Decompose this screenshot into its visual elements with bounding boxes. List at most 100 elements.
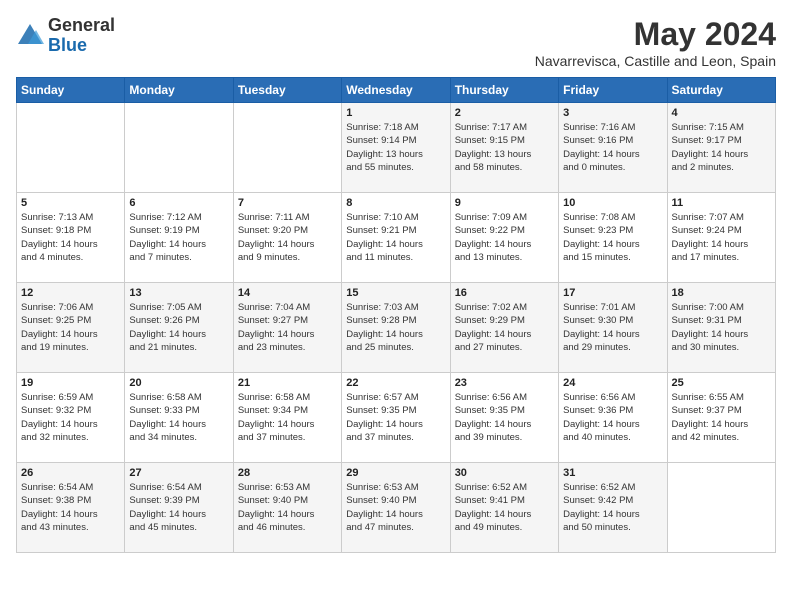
day-info: Sunrise: 6:53 AM Sunset: 9:40 PM Daylight:… [238, 481, 337, 534]
day-info: Sunrise: 6:57 AM Sunset: 9:35 PM Daylight:… [346, 391, 445, 444]
day-info: Sunrise: 7:10 AMSunset: 9:21 PMDaylight:… [346, 211, 445, 264]
calendar-day-29: 29Sunrise: 6:53 AMSunset: 9:40 PMDayligh… [342, 463, 450, 553]
day-info-line: Sunset: 9:17 PM [672, 135, 742, 146]
day-info-line: Sunset: 9:16 PM [563, 135, 633, 146]
day-info-line: and 46 minutes. [238, 522, 306, 533]
day-number: 12 [21, 287, 120, 299]
day-info-line: and 23 minutes. [238, 342, 306, 353]
page-header: General Blue May 2024 Navarrevisca, Cast… [16, 16, 776, 69]
day-number: 16 [455, 287, 554, 299]
day-info-line: Daylight: 14 hours [129, 239, 206, 250]
day-number: 6 [129, 197, 228, 209]
calendar-day-5: 5Sunrise: 7:13 AMSunset: 9:18 PMDaylight… [17, 193, 125, 283]
day-info: Sunrise: 7:03 AMSunset: 9:28 PMDaylight:… [346, 301, 445, 354]
day-info-line: Sunrise: 6:58 AM [238, 392, 310, 403]
day-info-line: and 15 minutes. [563, 252, 631, 263]
day-info-line: Sunrise: 6:55 AM [672, 392, 744, 403]
day-info-line: Daylight: 14 hours [346, 419, 423, 430]
day-info: Sunrise: 7:13 AMSunset: 9:18 PMDaylight:… [21, 211, 120, 264]
day-info-line: Daylight: 14 hours [238, 239, 315, 250]
calendar-day-12: 12Sunrise: 7:06 AMSunset: 9:25 PMDayligh… [17, 283, 125, 373]
day-info-line: Daylight: 14 hours [129, 419, 206, 430]
weekday-header-thursday: Thursday [450, 78, 558, 103]
day-info: Sunrise: 6:56 AMSunset: 9:36 PMDaylight:… [563, 391, 662, 444]
day-info-line: and 47 minutes. [346, 522, 414, 533]
day-info-line: Sunrise: 7:17 AM [455, 122, 527, 133]
day-number: 27 [129, 467, 228, 479]
day-info-line: Sunrise: 7:18 AM [346, 122, 418, 133]
day-info-line: Daylight: 14 hours [563, 509, 640, 520]
day-info-line: Sunrise: 6:53 AM [238, 482, 310, 493]
day-info-line: Daylight: 14 hours [238, 509, 315, 520]
calendar-day-30: 30 Sunrise: 6:52 AMSunset: 9:41 PMDayligh… [450, 463, 558, 553]
day-info-line: Sunset: 9:42 PM [563, 495, 633, 506]
day-info-line: Daylight: 14 hours [21, 419, 98, 430]
month-title: May 2024 [535, 16, 776, 53]
day-info-line: Sunset: 9:35 PM [346, 405, 416, 416]
calendar-day-empty [667, 463, 775, 553]
day-info-line: and 2 minutes. [672, 162, 734, 173]
day-info-line: Sunset: 9:40 PM [346, 495, 416, 506]
day-number: 3 [563, 107, 662, 119]
day-info-line: Sunrise: 7:00 AM [672, 302, 744, 313]
day-info-line: Sunrise: 7:15 AM [672, 122, 744, 133]
day-info-line: Sunset: 9:14 PM [346, 135, 416, 146]
day-number: 28 [238, 467, 337, 479]
day-info-line: and 37 minutes. [238, 432, 306, 443]
calendar-week-row: 12Sunrise: 7:06 AMSunset: 9:25 PMDayligh… [17, 283, 776, 373]
day-info: Sunrise: 7:15 AMSunset: 9:17 PMDaylight:… [672, 121, 771, 174]
day-number: 19 [21, 377, 120, 389]
day-info: Sunrise: 7:09 AMSunset: 9:22 PMDaylight:… [455, 211, 554, 264]
day-info: Sunrise: 6:58 AMSunset: 9:33 PMDaylight:… [129, 391, 228, 444]
calendar-day-28: 28 Sunrise: 6:53 AM Sunset: 9:40 PM Dayligh… [233, 463, 341, 553]
day-info-line: and 40 minutes. [563, 432, 631, 443]
logo: General Blue [16, 16, 115, 56]
day-number: 29 [346, 467, 445, 479]
calendar-day-empty [233, 103, 341, 193]
calendar-day-18: 18Sunrise: 7:00 AMSunset: 9:31 PMDayligh… [667, 283, 775, 373]
day-info-line: Sunset: 9:36 PM [563, 405, 633, 416]
day-info-line: and 7 minutes. [129, 252, 191, 263]
day-info-line: Daylight: 14 hours [129, 329, 206, 340]
day-info-line: Sunrise: 7:11 AM [238, 212, 310, 223]
day-number: 30 [455, 467, 554, 479]
day-number: 31 [563, 467, 662, 479]
day-info-line: Sunrise: 6:57 AM [346, 392, 418, 403]
day-info-line: Sunset: 9:15 PM [455, 135, 525, 146]
calendar-day-20: 20Sunrise: 6:58 AMSunset: 9:33 PMDayligh… [125, 373, 233, 463]
calendar-day-empty [125, 103, 233, 193]
day-info-line: Sunset: 9:32 PM [21, 405, 91, 416]
day-info-line: Daylight: 14 hours [455, 419, 532, 430]
day-info-line: Daylight: 14 hours [563, 239, 640, 250]
day-info-line: Sunrise: 7:16 AM [563, 122, 635, 133]
day-info: Sunrise: 7:12 AMSunset: 9:19 PMDaylight:… [129, 211, 228, 264]
day-info-line: Sunset: 9:40 PM [238, 495, 308, 506]
calendar-day-23: 23Sunrise: 6:56 AMSunset: 9:35 PMDayligh… [450, 373, 558, 463]
day-info: Sunrise: 7:17 AMSunset: 9:15 PMDaylight:… [455, 121, 554, 174]
day-info-line: Sunset: 9:30 PM [563, 315, 633, 326]
day-info-line: Daylight: 14 hours [455, 509, 532, 520]
day-info-line: Sunrise: 7:06 AM [21, 302, 93, 313]
day-info-line: Sunrise: 6:54 AM [129, 482, 201, 493]
day-info-line: and 19 minutes. [21, 342, 89, 353]
day-info-line: and 43 minutes. [21, 522, 89, 533]
day-info-line: and 45 minutes. [129, 522, 197, 533]
day-number: 4 [672, 107, 771, 119]
day-info-line: and 27 minutes. [455, 342, 523, 353]
day-info: Sunrise: 6:58 AMSunset: 9:34 PMDaylight:… [238, 391, 337, 444]
day-number: 7 [238, 197, 337, 209]
day-info-line: and 49 minutes. [455, 522, 523, 533]
day-info-line: Sunrise: 6:52 AM [563, 482, 635, 493]
day-info-line: Daylight: 14 hours [672, 329, 749, 340]
day-info: Sunrise: 7:18 AMSunset: 9:14 PMDaylight:… [346, 121, 445, 174]
weekday-header-saturday: Saturday [667, 78, 775, 103]
day-info-line: Sunset: 9:19 PM [129, 225, 199, 236]
calendar-day-10: 10Sunrise: 7:08 AMSunset: 9:23 PMDayligh… [559, 193, 667, 283]
calendar-week-row: 26Sunrise: 6:54 AMSunset: 9:38 PMDayligh… [17, 463, 776, 553]
calendar-day-16: 16Sunrise: 7:02 AMSunset: 9:29 PMDayligh… [450, 283, 558, 373]
day-info: Sunrise: 6:52 AMSunset: 9:41 PMDaylight:… [455, 481, 554, 534]
day-info-line: Sunrise: 6:52 AM [455, 482, 527, 493]
calendar-day-9: 9Sunrise: 7:09 AMSunset: 9:22 PMDaylight… [450, 193, 558, 283]
day-info-line: and 37 minutes. [346, 432, 414, 443]
calendar-week-row: 5Sunrise: 7:13 AMSunset: 9:18 PMDaylight… [17, 193, 776, 283]
